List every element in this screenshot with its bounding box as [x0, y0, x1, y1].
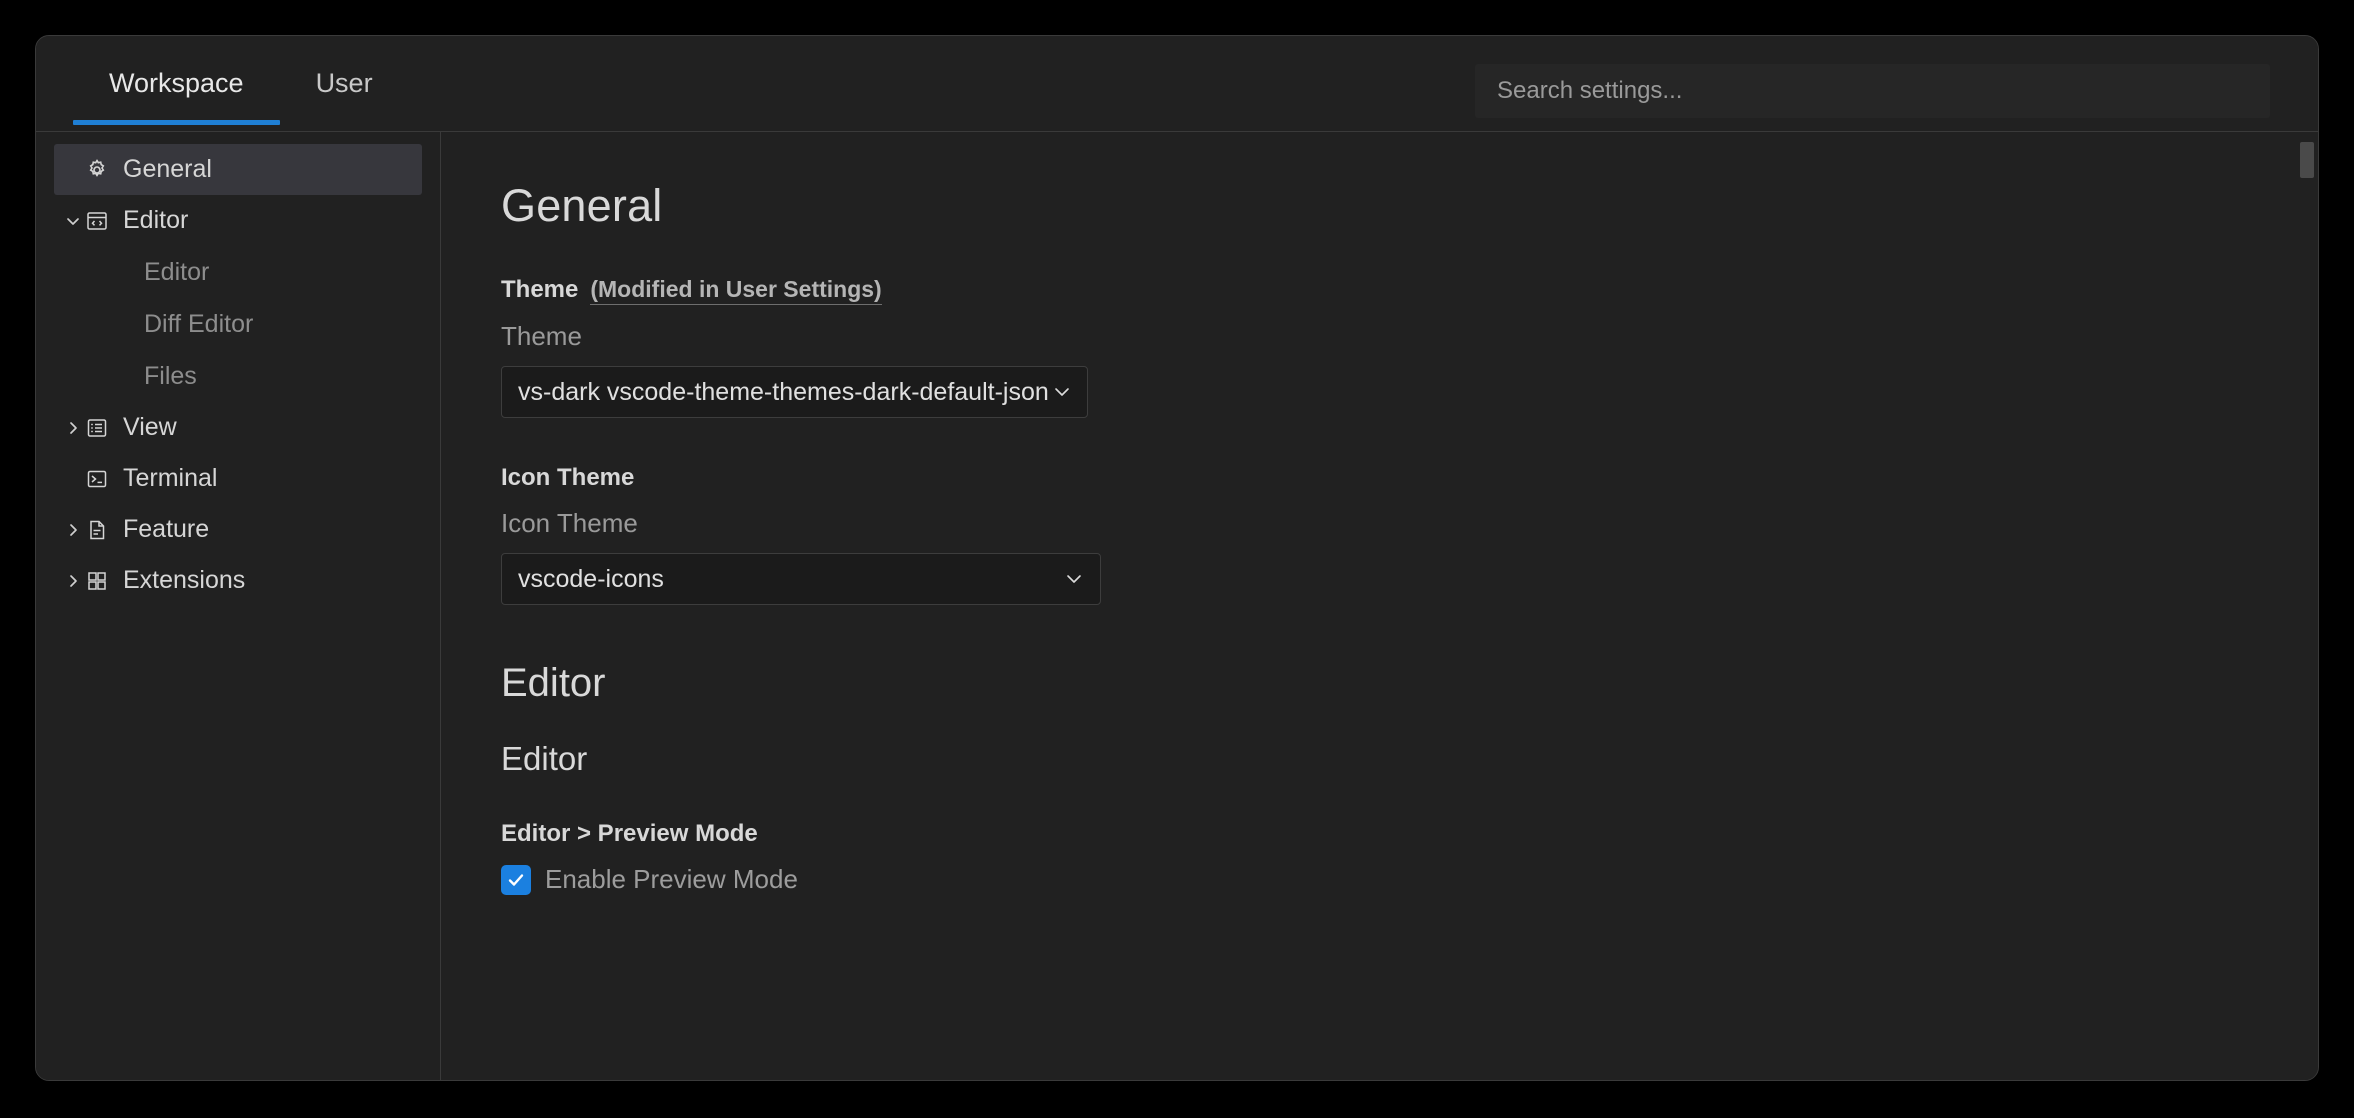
sidebar-item-label: Extensions	[123, 566, 246, 594]
sidebar-item-diff-editor[interactable]: Diff Editor	[54, 298, 422, 350]
tab-user[interactable]: User	[280, 36, 409, 131]
setting-preview-mode-title-text: Editor > Preview Mode	[501, 820, 758, 847]
sidebar-item-feature[interactable]: Feature	[54, 504, 422, 555]
setting-preview-mode: Editor > Preview Mode Enable Preview Mod…	[501, 820, 2318, 895]
setting-theme-title: Theme (Modified in User Settings)	[501, 276, 2318, 305]
gear-icon	[84, 157, 110, 183]
sidebar-item-label: General	[123, 155, 212, 183]
chevron-down-icon[interactable]	[60, 208, 86, 234]
search-input[interactable]	[1475, 64, 2270, 118]
enable-preview-mode-row[interactable]: Enable Preview Mode	[501, 864, 2318, 895]
setting-theme: Theme (Modified in User Settings) Theme …	[501, 276, 2318, 418]
sidebar-item-general[interactable]: General	[54, 144, 422, 195]
setting-theme-label: Theme	[501, 321, 582, 351]
sidebar-item-editor-child[interactable]: Editor	[54, 246, 422, 298]
setting-icon-theme: Icon Theme Icon Theme vscode-icons	[501, 464, 2318, 605]
editor-section: Editor Editor Editor > Preview Mode Enab…	[501, 661, 2318, 895]
setting-preview-mode-title: Editor > Preview Mode	[501, 820, 2318, 848]
sidebar-item-label: Editor	[123, 206, 189, 234]
sidebar-item-view[interactable]: View	[54, 402, 422, 453]
theme-dropdown-value: vs-dark vscode-theme-themes-dark-default…	[518, 377, 1049, 406]
modified-in-user-settings-note: (Modified in User Settings)	[590, 276, 882, 305]
content-scrollbar[interactable]	[2298, 132, 2318, 1080]
content-scrollbar-thumb[interactable]	[2300, 142, 2314, 178]
sidebar-item-label: Diff Editor	[144, 309, 254, 338]
setting-icon-theme-title: Icon Theme	[501, 464, 2318, 492]
grid-icon	[84, 568, 110, 594]
page-title: General	[501, 180, 663, 231]
sidebar-item-files[interactable]: Files	[54, 350, 422, 402]
file-icon	[84, 517, 110, 543]
sidebar-item-label: Terminal	[123, 464, 218, 492]
settings-header: Workspace User	[36, 36, 2318, 132]
sidebar-item-extensions[interactable]: Extensions	[54, 555, 422, 606]
icon-theme-dropdown-value: vscode-icons	[518, 564, 664, 593]
sidebar-item-label: Files	[144, 361, 197, 390]
code-window-icon	[84, 208, 110, 234]
tab-workspace[interactable]: Workspace	[73, 36, 280, 131]
chevron-right-icon[interactable]	[60, 517, 86, 543]
chevron-right-icon[interactable]	[60, 415, 86, 441]
setting-theme-title-text: Theme	[501, 276, 579, 303]
sidebar-item-label: View	[123, 413, 177, 441]
chevron-right-icon[interactable]	[60, 568, 86, 594]
terminal-icon	[84, 466, 110, 492]
editor-section-heading: Editor	[501, 661, 606, 705]
sidebar-item-terminal[interactable]: Terminal	[54, 453, 422, 504]
chevron-down-icon	[1062, 567, 1086, 591]
icon-theme-dropdown[interactable]: vscode-icons	[501, 553, 1101, 605]
theme-dropdown[interactable]: vs-dark vscode-theme-themes-dark-default…	[501, 366, 1088, 418]
setting-icon-theme-title-text: Icon Theme	[501, 464, 635, 491]
scope-tabs: Workspace User	[73, 36, 409, 131]
setting-icon-theme-label: Icon Theme	[501, 508, 638, 538]
enable-preview-mode-checkbox[interactable]	[501, 864, 531, 895]
sidebar-item-label: Editor	[144, 257, 210, 286]
sidebar-item-label: Feature	[123, 515, 210, 543]
settings-sidebar: General Editor Editor Diff Editor Files …	[36, 132, 441, 1080]
chevron-down-icon	[1051, 381, 1073, 403]
list-icon	[84, 415, 110, 441]
search-settings-container	[1475, 64, 2270, 118]
tab-workspace-label: Workspace	[109, 68, 244, 98]
tab-user-label: User	[315, 68, 373, 98]
editor-subsection-heading: Editor	[501, 740, 588, 777]
enable-preview-mode-label: Enable Preview Mode	[545, 864, 798, 894]
settings-window: Workspace User General	[35, 35, 2319, 1081]
settings-body: General Editor Editor Diff Editor Files …	[36, 132, 2318, 1080]
settings-content: General Theme (Modified in User Settings…	[441, 132, 2318, 1080]
sidebar-item-editor[interactable]: Editor	[54, 195, 422, 246]
